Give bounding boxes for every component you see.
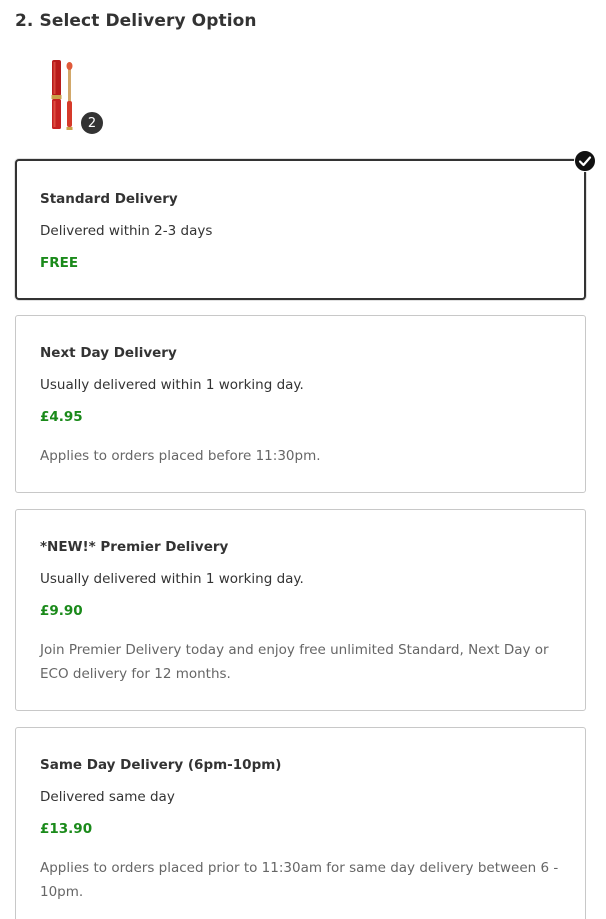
delivery-option-note: Applies to orders placed prior to 11:30a… <box>40 860 559 900</box>
delivery-option-same-day[interactable]: Same Day Delivery (6pm-10pm) Delivered s… <box>15 727 586 919</box>
delivery-option-description: Usually delivered within 1 working day. <box>40 377 304 393</box>
delivery-option-price: £4.95 <box>40 409 83 425</box>
delivery-option-next-day[interactable]: Next Day Delivery Usually delivered with… <box>15 315 586 493</box>
delivery-option-description: Delivered within 2-3 days <box>40 223 213 239</box>
delivery-option-description: Delivered same day <box>40 789 175 805</box>
delivery-option-price: FREE <box>40 255 79 271</box>
delivery-option-price: £9.90 <box>40 603 83 619</box>
delivery-option-name: Next Day Delivery <box>40 345 177 361</box>
delivery-option-note: Applies to orders placed before 11:30pm. <box>40 448 321 464</box>
delivery-options-page: 2. Select Delivery Option 2 Standard Del… <box>0 0 606 919</box>
delivery-option-name: Same Day Delivery (6pm-10pm) <box>40 757 282 773</box>
delivery-option-standard[interactable]: Standard Delivery Delivered within 2-3 d… <box>15 150 596 300</box>
selected-check-icon <box>574 150 596 172</box>
delivery-option-premier[interactable]: *NEW!* Premier Delivery Usually delivere… <box>15 509 586 711</box>
delivery-option-name: *NEW!* Premier Delivery <box>40 539 229 555</box>
delivery-option-description: Usually delivered within 1 working day. <box>40 571 304 587</box>
section-title: 2. Select Delivery Option <box>15 11 257 31</box>
delivery-option-name: Standard Delivery <box>40 191 178 207</box>
quantity-badge: 2 <box>80 111 104 135</box>
delivery-option-note: Join Premier Delivery today and enjoy fr… <box>40 642 549 682</box>
delivery-option-price: £13.90 <box>40 821 93 837</box>
